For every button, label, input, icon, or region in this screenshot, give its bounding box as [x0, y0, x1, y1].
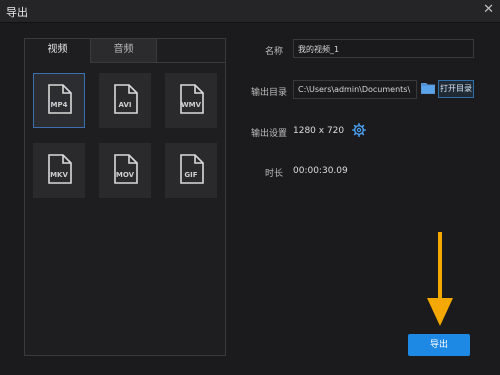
gear-icon[interactable]	[352, 123, 366, 137]
file-icon	[114, 154, 138, 184]
format-label: WMV	[180, 101, 202, 109]
format-mp4[interactable]: MP4	[33, 73, 85, 128]
folder-icon[interactable]	[421, 82, 435, 94]
tab-divider	[157, 62, 225, 63]
file-icon	[180, 84, 204, 114]
name-input[interactable]: 我的视频_1	[293, 39, 474, 58]
name-label: 名称	[265, 47, 284, 57]
file-icon	[48, 84, 72, 114]
tab-video[interactable]: 视频	[25, 39, 91, 63]
format-label: MKV	[50, 171, 68, 179]
format-tabs: 视频 音频	[25, 39, 227, 63]
format-wmv[interactable]: WMV	[165, 73, 217, 128]
down-arrow-icon	[427, 232, 453, 326]
output-dir-input[interactable]: C:\Users\admin\Documents\	[293, 80, 417, 99]
output-settings-label: 输出设置	[251, 129, 288, 139]
window-title: 导出	[6, 6, 28, 19]
file-icon	[48, 154, 72, 184]
format-mov[interactable]: MOV	[99, 143, 151, 198]
format-avi[interactable]: AVI	[99, 73, 151, 128]
format-label: MP4	[50, 101, 68, 109]
format-panel: 视频 音频 MP4 AVI WMV MKV MOV GIF	[24, 38, 226, 356]
output-dir-label: 输出目录	[251, 88, 288, 98]
format-label: GIF	[184, 171, 198, 179]
duration-label: 时长	[265, 169, 284, 179]
format-label: AVI	[118, 101, 132, 109]
title-bar: 导出 ✕	[0, 0, 500, 23]
file-icon	[180, 154, 204, 184]
export-button[interactable]: 导出	[408, 334, 470, 356]
open-directory-button[interactable]: 打开目录	[438, 80, 474, 98]
format-gif[interactable]: GIF	[165, 143, 217, 198]
duration-value: 00:00:30.09	[293, 166, 348, 176]
format-label: MOV	[115, 171, 135, 179]
output-settings-value: 1280 x 720	[293, 126, 345, 136]
tab-audio[interactable]: 音频	[91, 39, 157, 63]
format-mkv[interactable]: MKV	[33, 143, 85, 198]
file-icon	[114, 84, 138, 114]
close-icon[interactable]: ✕	[483, 2, 494, 17]
